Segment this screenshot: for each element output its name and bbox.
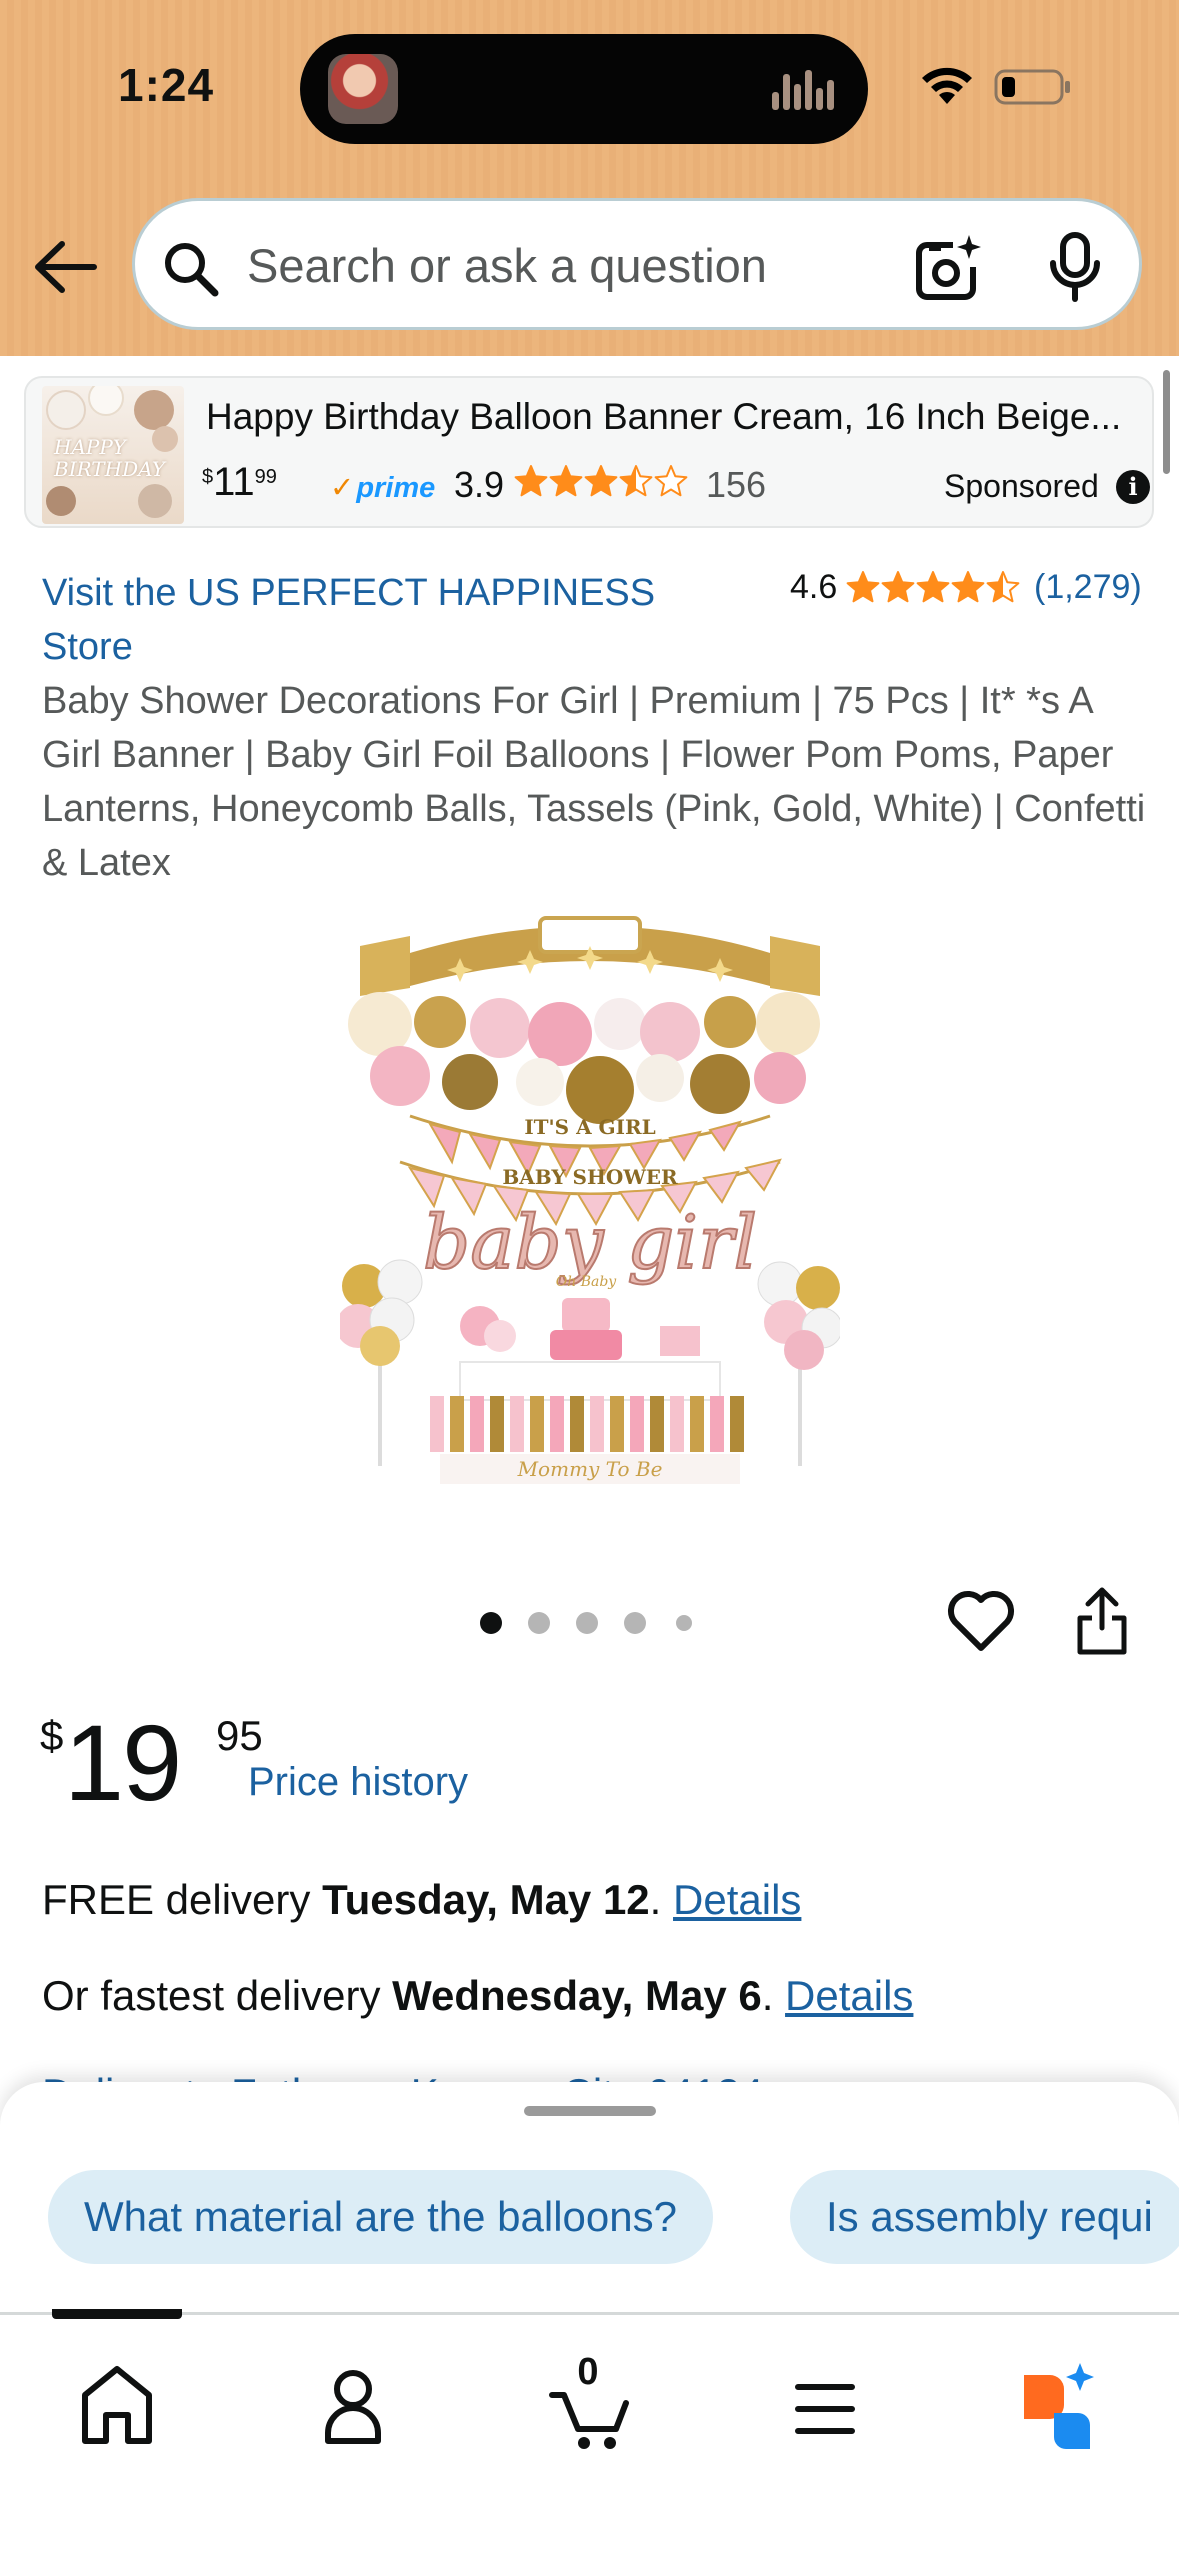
sponsored-ad-card[interactable]: HAPPY BIRTHDAY Happy Birthday Balloon Ba… (24, 376, 1154, 528)
rating-value: 4.6 (790, 568, 838, 606)
ad-rating-stars (514, 464, 689, 498)
back-arrow-icon[interactable] (28, 232, 104, 302)
banner-baby-shower: BABY SHOWER (502, 1165, 678, 1189)
star-icon (881, 571, 915, 603)
ad-meta-row: $1199 ✓prime 3.9 156 Sponsored i (202, 460, 1150, 510)
star-icon (549, 465, 583, 497)
camera-lens-icon[interactable] (913, 233, 983, 303)
ad-title[interactable]: Happy Birthday Balloon Banner Cream, 16 … (206, 396, 1136, 438)
now-playing-artwork (328, 54, 398, 124)
visit-store-link[interactable]: Visit the US PERFECT HAPPINESS Store (42, 566, 702, 674)
header: 1:24 (0, 0, 1179, 356)
ad-product-image: HAPPY BIRTHDAY (42, 386, 184, 524)
share-icon[interactable] (1072, 1584, 1132, 1658)
free-delivery-line: FREE delivery Tuesday, May 12. Details (42, 1876, 802, 1923)
tab-menu[interactable] (760, 2345, 890, 2475)
free-delivery-details-link[interactable]: Details (673, 1876, 801, 1923)
battery-icon (994, 69, 1070, 105)
scrollbar[interactable] (1163, 370, 1170, 474)
heart-icon[interactable] (946, 1586, 1016, 1656)
suggested-question-chip[interactable]: What material are the balloons? (48, 2170, 713, 2264)
menu-icon (795, 2384, 855, 2434)
rating-count-link[interactable]: (1,279) (1034, 568, 1142, 607)
sponsored-label: Sponsored (944, 468, 1099, 504)
star-icon (846, 571, 880, 603)
account-icon (325, 2370, 381, 2444)
star-icon (951, 571, 985, 603)
status-time: 1:24 (118, 59, 215, 111)
search-bar[interactable] (132, 198, 1142, 330)
product-price: $ 19 95 (40, 1702, 263, 1823)
prime-badge: ✓prime (330, 472, 436, 504)
pagination-dot[interactable] (576, 1612, 598, 1634)
rufus-icon (1024, 2363, 1094, 2449)
price-history-link[interactable]: Price history (248, 1760, 468, 1805)
product-title: Baby Shower Decorations For Girl | Premi… (42, 680, 1146, 884)
wifi-icon (922, 67, 972, 104)
product-rating[interactable]: 4.6 (1,279) (790, 568, 1150, 618)
star-icon (514, 465, 548, 497)
ask-bottom-sheet[interactable]: What material are the balloons? Is assem… (0, 2082, 1179, 2314)
image-pagination-dots[interactable] (480, 1608, 700, 1638)
active-tab-indicator (52, 2309, 182, 2319)
dynamic-island[interactable] (300, 34, 868, 144)
pagination-dot[interactable] (676, 1615, 692, 1631)
tab-cart[interactable]: 0 (524, 2345, 654, 2475)
tab-rufus[interactable] (996, 2345, 1126, 2475)
bottom-tab-bar: 0 (0, 2309, 1179, 2556)
rating-stars (846, 570, 1021, 604)
ad-price: $1199 (202, 460, 277, 504)
ad-rating-value: 3.9 (454, 464, 505, 505)
cart-count-badge: 0 (577, 2351, 599, 2393)
search-input[interactable] (247, 221, 887, 309)
banner-its-a-girl: IT'S A GIRL (524, 1115, 655, 1139)
fastest-delivery-line: Or fastest delivery Wednesday, May 6. De… (42, 1972, 914, 2019)
star-icon (916, 571, 950, 603)
tab-account[interactable] (288, 2345, 418, 2475)
search-icon (165, 243, 219, 297)
suggested-question-chip[interactable]: Is assembly requi (790, 2170, 1179, 2264)
ad-thumb-text: HAPPY BIRTHDAY (54, 435, 165, 481)
audio-wave-icon (772, 70, 838, 110)
star-icon (654, 465, 688, 497)
tab-home[interactable] (52, 2345, 182, 2475)
fastest-delivery-details-link[interactable]: Details (785, 1972, 913, 2019)
cake-topper-text: Oh Baby (556, 1274, 618, 1290)
info-icon[interactable]: i (1116, 470, 1150, 504)
pagination-dot[interactable] (624, 1612, 646, 1634)
microphone-icon[interactable] (1047, 231, 1103, 303)
home-icon (82, 2366, 152, 2444)
pagination-dot[interactable] (480, 1612, 502, 1634)
star-icon (584, 465, 618, 497)
product-image[interactable]: IT'S A GIRL BABY SHOWER baby girl Oh Bab… (340, 906, 840, 1496)
sash-text: Mommy To Be (517, 1457, 663, 1481)
sheet-drag-handle[interactable] (524, 2106, 656, 2116)
star-icon (619, 465, 653, 497)
star-icon (986, 571, 1020, 603)
ad-review-count: 156 (706, 464, 767, 505)
pagination-dot[interactable] (528, 1612, 550, 1634)
